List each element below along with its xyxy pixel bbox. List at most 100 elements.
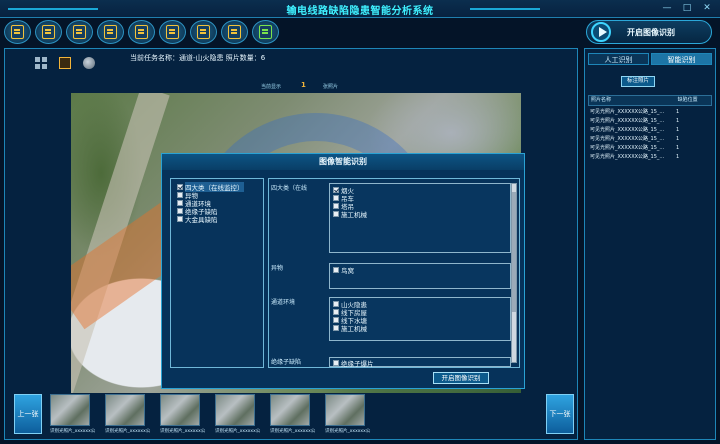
section-label: 绝缘子缺陷 — [271, 359, 302, 366]
checkbox[interactable] — [333, 195, 339, 201]
checkbox[interactable] — [333, 203, 339, 209]
checkbox[interactable] — [333, 187, 339, 193]
checkbox[interactable] — [177, 192, 183, 198]
section-label: 通道环境 — [271, 299, 296, 306]
photo-count-label: 张照片 — [323, 84, 339, 90]
folder-button[interactable] — [4, 20, 31, 44]
recognition-dialog: 图像智能识别 四大类（在线监控） 异物 通道环境 绝缘子缺陷 大金具缺陷 四大类… — [161, 153, 525, 389]
app-title: 输电线路缺陷隐患智能分析系统 — [286, 6, 434, 17]
section-label: 异物 — [271, 265, 284, 272]
image-edit-button[interactable] — [97, 20, 124, 44]
current-display-label: 当前显示 — [261, 84, 282, 90]
thumbnail-image — [50, 394, 90, 426]
export-icon — [228, 25, 241, 39]
section-box: 绝缘子爆片 — [329, 357, 511, 368]
option-item[interactable]: 吊车 — [333, 194, 507, 203]
grid-view-icon[interactable] — [35, 57, 47, 69]
thumbnail-image — [215, 394, 255, 426]
prev-image-button[interactable]: 上一张 — [14, 394, 42, 434]
subcategory-panel: 四大类（在线 烟火 吊车 塔吊 施工机械 异物 鸟窝 通道环境 山火隐患 线下房… — [268, 178, 520, 368]
export-green-button[interactable] — [252, 20, 279, 44]
title-decoration-right — [470, 8, 540, 10]
table-row[interactable]: 可见光照片_XXXXXX公路_15_... 1 — [588, 126, 712, 135]
checkbox[interactable] — [177, 184, 183, 190]
main-panel: 当前任务名称：通道-山火隐患 照片数量：6 当前显示 1 张照片 图像智能识别 … — [4, 48, 578, 440]
table-row[interactable]: 可见光照片_XXXXXX公路_15_... 1 — [588, 135, 712, 144]
right-panel: 人工识别 智能识别 标注照片 照片名称 缺陷位置 可见光照片_XXXXXX公路_… — [584, 48, 716, 440]
thumbnail[interactable]: 识别光照片_xxxxxx公 — [325, 394, 377, 436]
photo-list-header: 照片名称 缺陷位置 — [588, 95, 712, 106]
column-defect-location: 缺陷位置 — [677, 97, 698, 103]
document-icon — [166, 25, 179, 39]
tab-smart-recognition[interactable]: 智能识别 — [651, 53, 712, 65]
checkbox[interactable] — [333, 267, 339, 273]
checkbox[interactable] — [333, 211, 339, 217]
category-item[interactable]: 大金具缺陷 — [177, 215, 257, 224]
category-list: 四大类（在线监控） 异物 通道环境 绝缘子缺陷 大金具缺陷 — [170, 178, 264, 368]
tag-photo-button[interactable]: 标注照片 — [621, 76, 655, 87]
checkbox[interactable] — [177, 216, 183, 222]
thumbnail-image — [325, 394, 365, 426]
section-box: 山火隐患 线下房屋 线下水塘 施工机械 — [329, 297, 511, 341]
printer-button[interactable] — [190, 20, 217, 44]
close-button[interactable]: ✕ — [700, 3, 714, 13]
printer-icon — [197, 25, 210, 39]
option-item[interactable]: 施工机械 — [333, 324, 507, 333]
thumbnail-image — [270, 394, 310, 426]
export-button[interactable] — [221, 20, 248, 44]
task-info: 当前任务名称：通道-山火隐患 照片数量：6 — [130, 54, 266, 62]
section-label: 四大类（在线 — [271, 185, 308, 192]
play-icon — [591, 22, 611, 42]
checkbox[interactable] — [333, 325, 339, 331]
chart-icon — [135, 25, 148, 39]
thumbnail[interactable]: 识别光照片_xxxxxx公 — [160, 394, 212, 436]
dialog-scrollbar[interactable] — [511, 183, 517, 363]
thumbnail-image — [105, 394, 145, 426]
document-button[interactable] — [159, 20, 186, 44]
scrollbar-thumb[interactable] — [512, 192, 516, 312]
toolbar — [4, 20, 324, 46]
checkbox[interactable] — [177, 208, 183, 214]
image-icon — [73, 25, 86, 39]
option-item[interactable]: 鸟窝 — [333, 266, 507, 275]
section-box: 烟火 吊车 塔吊 施工机械 — [329, 183, 511, 253]
maximize-button[interactable]: □ — [680, 3, 694, 13]
checkbox[interactable] — [333, 317, 339, 323]
minimize-button[interactable]: — — [660, 3, 674, 13]
folder-icon — [11, 25, 24, 39]
section-box: 鸟窝 — [329, 263, 511, 289]
title-decoration-left — [8, 8, 98, 10]
option-item[interactable]: 烟火 — [333, 186, 507, 195]
export-green-icon — [259, 25, 272, 39]
table-row[interactable]: 可见光照片_XXXXXX公路_15_... 1 — [588, 153, 712, 162]
checkbox[interactable] — [333, 309, 339, 315]
dialog-start-button[interactable]: 开启图像识别 — [433, 372, 489, 384]
thumbnail-strip: 上一张 识别光照片_xxxxxx公 识别光照片_xxxxxx公 识别光照片_xx… — [4, 394, 578, 440]
column-photo-name: 照片名称 — [591, 97, 612, 103]
globe-view-icon[interactable] — [83, 57, 95, 69]
checkbox[interactable] — [333, 301, 339, 307]
option-item[interactable]: 施工机械 — [333, 210, 507, 219]
table-row[interactable]: 可见光照片_XXXXXX公路_15_... 1 — [588, 108, 712, 117]
start-recognition-label: 开启图像识别 — [627, 27, 675, 37]
thumbnail[interactable]: 识别光照片_xxxxxx公 — [215, 394, 267, 436]
current-display-value: 1 — [301, 81, 306, 89]
checkbox[interactable] — [333, 360, 339, 366]
image-view-icon[interactable] — [59, 57, 71, 69]
table-row[interactable]: 可见光照片_XXXXXX公路_15_... 1 — [588, 144, 712, 153]
chart-button[interactable] — [128, 20, 155, 44]
option-item[interactable]: 绝缘子爆片 — [333, 359, 507, 368]
thumbnail[interactable]: 识别光照片_xxxxxx公 — [270, 394, 322, 436]
next-image-button[interactable]: 下一张 — [546, 394, 574, 434]
start-recognition-button[interactable]: 开启图像识别 — [586, 20, 712, 44]
thumbnail[interactable]: 识别光照片_xxxxxx公 — [50, 394, 102, 436]
book-button[interactable] — [35, 20, 62, 44]
table-row[interactable]: 可见光照片_XXXXXX公路_15_... 1 — [588, 117, 712, 126]
checkbox[interactable] — [177, 200, 183, 206]
tab-manual-recognition[interactable]: 人工识别 — [588, 53, 649, 65]
thumbnail[interactable]: 识别光照片_xxxxxx公 — [105, 394, 157, 436]
dialog-title: 图像智能识别 — [162, 154, 524, 170]
image-button[interactable] — [66, 20, 93, 44]
image-edit-icon — [104, 25, 117, 39]
book-icon — [42, 25, 55, 39]
